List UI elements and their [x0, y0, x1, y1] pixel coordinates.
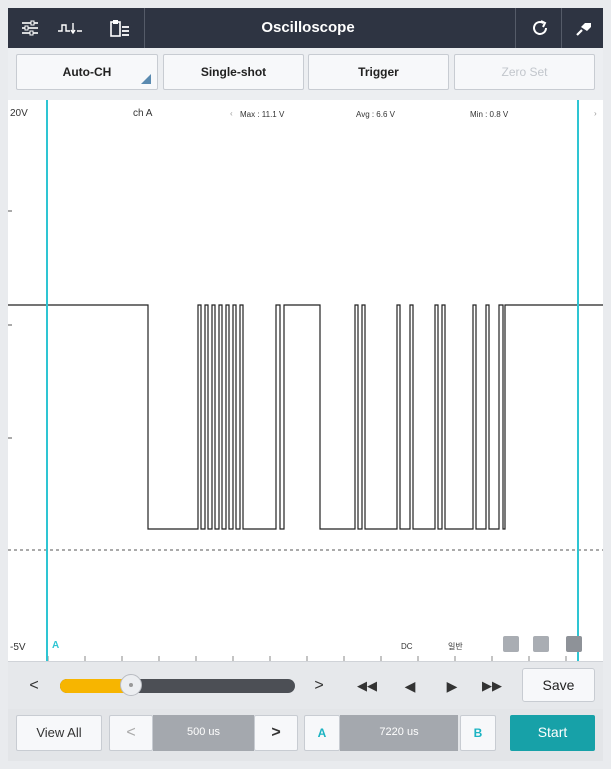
signal-probe-icon[interactable]: [50, 8, 90, 48]
timebase-value: 500 us: [153, 715, 254, 751]
refresh-icon[interactable]: [522, 8, 558, 48]
position-slider[interactable]: [60, 679, 295, 693]
dropdown-corner-icon: [141, 74, 151, 84]
waveform-canvas: [8, 100, 603, 661]
start-button[interactable]: Start: [510, 715, 595, 751]
cursor-delta-value: 7220 us: [340, 715, 458, 751]
cursor-b-button[interactable]: B: [460, 715, 496, 751]
navigation-bar: < > ◀◀ ◀ ▶ ▶▶ Save: [8, 661, 603, 709]
slider-knob[interactable]: [119, 674, 142, 696]
bottom-control-bar: View All < 500 us > A 7220 us B Start: [8, 709, 603, 761]
marker-toggle-icon[interactable]: [533, 636, 549, 652]
top-toolbar: Oscilloscope: [8, 8, 603, 48]
fast-rewind-icon[interactable]: ◀◀: [353, 672, 381, 700]
y-min-label: -5V: [10, 642, 26, 653]
toolbar-divider: [515, 8, 516, 48]
avg-value: Avg : 6.6 V: [356, 110, 395, 119]
waveform-trace: [8, 304, 603, 530]
single-shot-button[interactable]: Single-shot: [163, 54, 304, 90]
channel-label: ch A: [133, 108, 153, 119]
scroll-right-icon[interactable]: ›: [594, 109, 597, 118]
coupling-label: DC: [401, 642, 413, 651]
view-all-button[interactable]: View All: [16, 715, 102, 751]
timebase-increase-button[interactable]: >: [254, 715, 298, 751]
y-axis-ticks: [8, 210, 12, 439]
scope-display[interactable]: 20V ch A ‹ Max : 11.1 V Avg : 6.6 V Min …: [8, 100, 603, 661]
min-value: Min : 0.8 V: [470, 110, 509, 119]
grid-toggle-icon[interactable]: [503, 636, 519, 652]
scroll-left-icon[interactable]: ‹: [230, 109, 233, 118]
trigger-button[interactable]: Trigger: [308, 54, 449, 90]
max-value: Max : 11.1 V: [240, 110, 285, 119]
y-max-label: 20V: [10, 108, 28, 119]
next-arrow-icon[interactable]: >: [305, 672, 333, 700]
settings-sliders-icon[interactable]: [12, 8, 48, 48]
page-title: Oscilloscope: [261, 19, 355, 36]
step-forward-icon[interactable]: ▶: [438, 672, 466, 700]
cursor-a-button[interactable]: A: [304, 715, 340, 751]
file-list-icon[interactable]: [102, 8, 138, 48]
mode-button-bar: Auto-CH Single-shot Trigger Zero Set: [8, 48, 603, 100]
cursor-a-label: A: [52, 640, 60, 651]
zoom-fit-icon[interactable]: [566, 636, 582, 652]
toolbar-divider: [144, 8, 145, 48]
step-back-icon[interactable]: ◀: [396, 672, 424, 700]
prev-arrow-icon[interactable]: <: [20, 672, 48, 700]
auto-ch-label: Auto-CH: [62, 65, 112, 79]
timebase-decrease-button[interactable]: <: [109, 715, 153, 751]
fast-forward-icon[interactable]: ▶▶: [478, 672, 506, 700]
mode-label: 일반: [448, 642, 463, 651]
save-button[interactable]: Save: [522, 668, 595, 702]
zero-set-button[interactable]: Zero Set: [454, 54, 595, 90]
auto-ch-button[interactable]: Auto-CH: [16, 54, 158, 90]
toolbar-divider: [561, 8, 562, 48]
probe-pin-icon[interactable]: [566, 8, 602, 48]
